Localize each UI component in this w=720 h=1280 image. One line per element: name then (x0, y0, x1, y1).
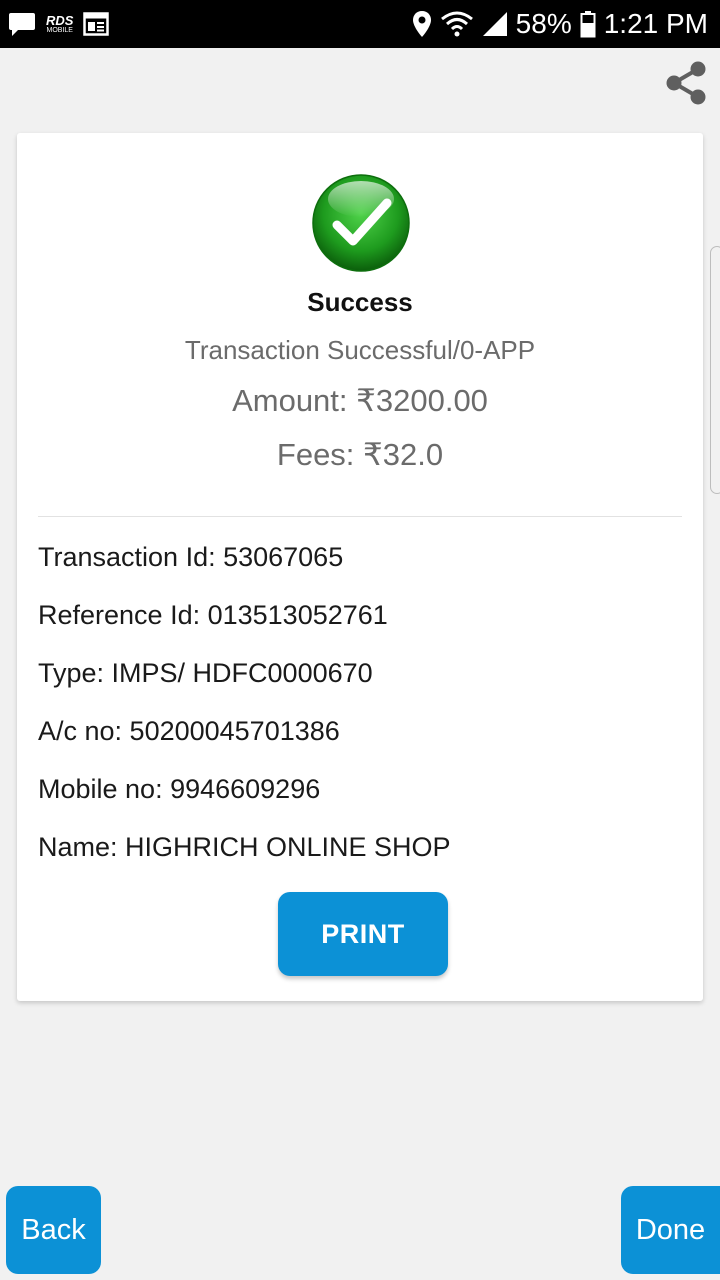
transaction-id: Transaction Id: 53067065 (38, 542, 344, 572)
signal-icon (482, 12, 507, 36)
status-bar-left: RDS MOBILE (8, 11, 110, 37)
transaction-message: Transaction Successful/0-APP (184, 335, 536, 365)
location-icon (412, 11, 431, 37)
reference-id: Reference Id: 013513052761 (38, 600, 388, 630)
done-button[interactable]: Done (621, 1186, 720, 1274)
status-title: Success (307, 287, 413, 317)
fees-text: Fees: ₹32.0 (276, 437, 444, 472)
battery-icon (580, 11, 596, 38)
transaction-receipt-card: Success Transaction Successful/0-APP Amo… (17, 133, 703, 1001)
calendar-icon (83, 12, 110, 36)
divider (38, 516, 682, 517)
rds-logo-text: RDS (46, 13, 74, 28)
print-button[interactable]: PRINT (278, 892, 448, 976)
rds-logo-subtext: MOBILE (46, 27, 73, 34)
message-icon (9, 13, 35, 36)
clock: 1:21 PM (603, 8, 708, 39)
mobile-number: Mobile no: 9946609296 (38, 774, 321, 804)
success-check-icon (312, 174, 410, 272)
amount-text: Amount: ₹3200.00 (232, 383, 488, 418)
transaction-type: Type: IMPS/ HDFC0000670 (38, 658, 373, 688)
transaction-details: Transaction Id: 53067065 Reference Id: 0… (38, 539, 688, 887)
status-bar: RDS MOBILE 58% 1:21 PM (0, 0, 720, 48)
account-number: A/c no: 50200045701386 (38, 716, 340, 746)
wifi-icon (440, 11, 473, 37)
battery-percent: 58% (515, 8, 572, 39)
beneficiary-name: Name: HIGHRICH ONLINE SHOP (38, 832, 451, 862)
rds-logo: RDS MOBILE (46, 14, 73, 34)
back-button[interactable]: Back (6, 1186, 101, 1274)
scroll-handle[interactable] (710, 246, 720, 494)
status-bar-right: 58% 1:21 PM (412, 8, 708, 40)
share-icon[interactable] (664, 60, 708, 106)
